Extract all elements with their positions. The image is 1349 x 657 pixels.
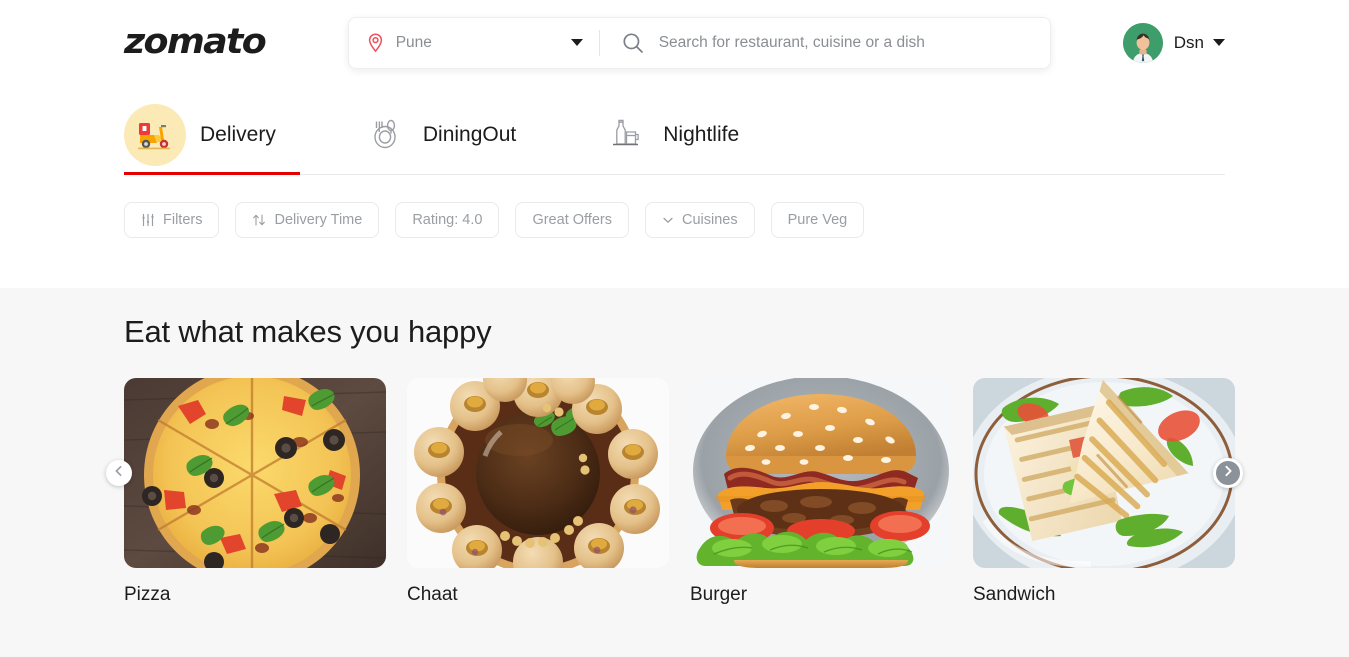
filter-chip-row: Filters Delivery Time Rating: 4.0 Great …	[0, 202, 1349, 238]
chevron-down-icon	[570, 39, 583, 46]
user-name: Dsn	[1173, 32, 1204, 52]
chevron-right-icon	[1222, 464, 1234, 482]
primary-nav-tabs: Delivery DiningOut Nightlife	[0, 95, 1349, 175]
chip-delivery-time[interactable]: Delivery Time	[235, 202, 380, 238]
chip-label: Cuisines	[681, 212, 738, 228]
search-bar: Pune	[347, 16, 1051, 69]
card-label: Burger	[690, 584, 748, 605]
chip-label: Filters	[163, 212, 203, 228]
chip-rating[interactable]: Rating: 4.0	[395, 202, 500, 238]
dining-cutlery-icon	[361, 111, 409, 159]
tab-nightlife[interactable]: Nightlife	[601, 95, 739, 175]
category-carousel: Pizza Chaat Burger Sandwich	[106, 378, 1243, 606]
category-card-pizza[interactable]: Pizza	[124, 378, 386, 606]
card-label: Sandwich	[973, 584, 1056, 605]
chip-cuisines[interactable]: Cuisines	[644, 202, 755, 238]
grilled-sandwich-photo	[973, 378, 1235, 568]
sliders-icon	[141, 213, 155, 227]
tab-label: Nightlife	[663, 123, 740, 146]
chip-pure-veg[interactable]: Pure Veg	[770, 202, 865, 238]
tab-delivery[interactable]: Delivery	[124, 95, 276, 175]
pani-puri-photo	[407, 378, 669, 568]
chevron-down-icon	[662, 214, 674, 226]
card-label: Pizza	[124, 584, 171, 605]
bottle-mug-icon	[601, 111, 649, 159]
cheeseburger-photo	[690, 378, 952, 568]
tab-label: Delivery	[200, 123, 276, 146]
category-card-chaat[interactable]: Chaat	[407, 378, 669, 606]
chip-label: Pure Veg	[787, 212, 848, 228]
chip-label: Great Offers	[532, 212, 612, 228]
sliced-pizza-photo	[124, 378, 386, 568]
chip-label: Delivery Time	[274, 212, 363, 228]
category-card-list: Pizza Chaat Burger Sandwich	[124, 378, 1235, 606]
main-content: Eat what makes you happy Pizza Chaat Bur…	[0, 288, 1349, 657]
chip-label: Rating: 4.0	[412, 212, 483, 228]
active-tab-underline	[124, 172, 300, 175]
category-card-sandwich[interactable]: Sandwich	[973, 378, 1235, 606]
avatar	[1122, 22, 1163, 63]
chevron-down-icon	[1213, 39, 1225, 46]
category-card-burger[interactable]: Burger	[690, 378, 952, 606]
carousel-prev-button[interactable]	[106, 460, 132, 486]
chevron-left-icon	[113, 464, 125, 482]
chip-great-offers[interactable]: Great Offers	[515, 202, 629, 238]
user-menu[interactable]: Dsn	[1122, 22, 1225, 63]
tab-diningout[interactable]: DiningOut	[361, 95, 516, 175]
carousel-next-button[interactable]	[1213, 458, 1243, 488]
chip-filters[interactable]: Filters	[124, 202, 220, 238]
page-title: Eat what makes you happy	[124, 314, 492, 349]
search-field-wrapper	[600, 18, 1050, 68]
tab-label: DiningOut	[422, 123, 517, 146]
scooter-icon	[124, 104, 186, 166]
zomato-logo[interactable]: zomato	[124, 25, 267, 60]
site-header: zomato Pune Search for restaurant, cuisi…	[0, 0, 1349, 288]
location-selector[interactable]: Pune	[349, 18, 599, 68]
search-icon	[622, 32, 644, 54]
search-input[interactable]	[658, 33, 1030, 52]
location-value: Pune	[395, 33, 432, 51]
location-pin-icon	[367, 32, 384, 53]
card-label: Chaat	[407, 584, 458, 605]
sort-arrows-icon	[252, 213, 266, 227]
header-top-bar: zomato Pune Search for restaurant, cuisi…	[0, 0, 1349, 73]
